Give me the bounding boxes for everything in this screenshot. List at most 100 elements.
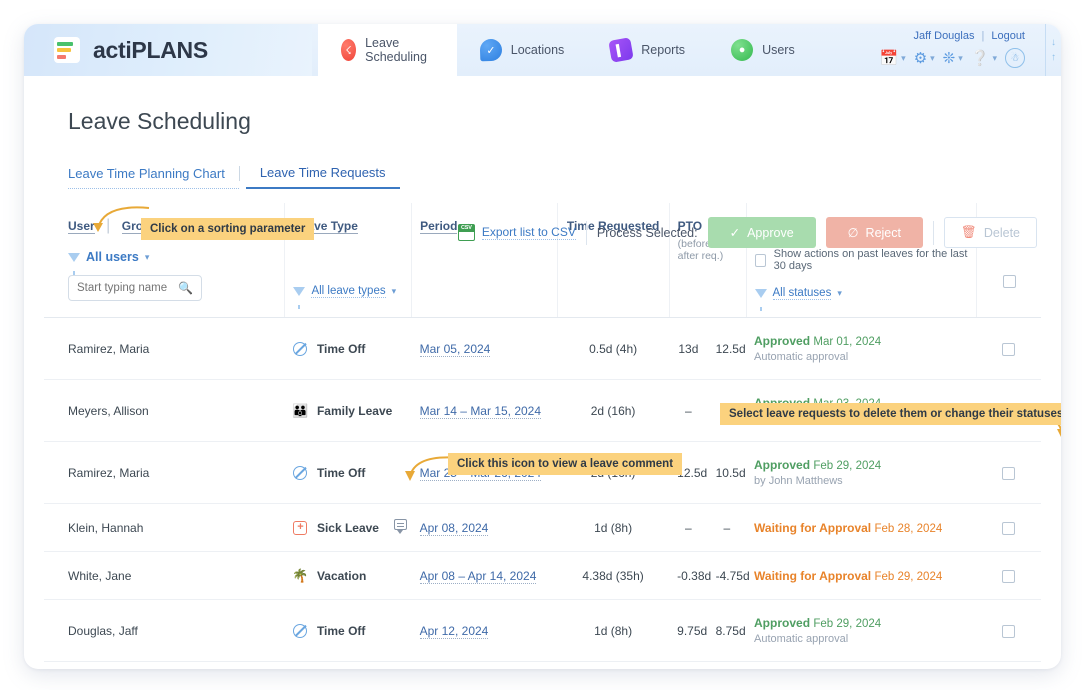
cell-pto-before: -0.38d xyxy=(669,552,707,600)
cell-select[interactable] xyxy=(977,600,1041,662)
chevron-down-icon-calendar[interactable]: ▾ xyxy=(901,53,906,64)
cell-period: Apr 08 – Apr 14, 2024 xyxy=(412,552,557,600)
select-all-checkbox[interactable] xyxy=(1003,275,1016,288)
approve-button[interactable]: ✓ Approve xyxy=(708,217,816,248)
cell-pto-before: 13d xyxy=(669,318,707,380)
cell-user: Ramirez, Maria xyxy=(44,442,285,504)
cell-pto-after: 12.5d xyxy=(708,318,746,380)
leave-requests-table: User | Group All users ▾ 🔍 xyxy=(44,203,1041,669)
cell-user: Douglas, Jaff xyxy=(44,600,285,662)
row-select-checkbox[interactable] xyxy=(1002,343,1015,356)
cell-pto-after: – xyxy=(708,504,746,552)
search-input-wrapper[interactable]: 🔍 xyxy=(68,275,202,301)
tab-divider xyxy=(239,166,240,181)
chevron-down-icon-help[interactable]: ▾ xyxy=(992,53,997,64)
period-link[interactable]: Apr 08 – Apr 14, 2024 xyxy=(420,569,537,584)
cell-user: Ramirez, Maria xyxy=(44,318,285,380)
cell-status: Waiting for Approval Feb 29, 2024 xyxy=(746,552,977,600)
bulb-icon[interactable]: ☃ xyxy=(1005,48,1025,68)
row-select-checkbox[interactable] xyxy=(1002,570,1015,583)
cell-leave-type: Time Off xyxy=(285,600,412,662)
cell-select[interactable] xyxy=(977,442,1041,504)
time-off-icon xyxy=(293,465,308,480)
leave-type-label: Family Leave xyxy=(317,404,392,418)
gear-icon[interactable]: ⚙ xyxy=(914,49,927,67)
export-csv-label: Export list to CSV xyxy=(482,225,576,240)
account-area: Jaff Douglas | Logout 📅▾ ⚙▾ ❊▾ ❔▾ ☃ ↓ ↑ xyxy=(818,24,1061,76)
period-link[interactable]: Mar 14 – Mar 15, 2024 xyxy=(420,404,541,419)
cell-leave-type: +Sick Leave xyxy=(285,504,412,552)
leave-type-label: Time Off xyxy=(317,342,365,356)
ban-icon: ∅ xyxy=(848,225,859,240)
tab-leave-time-requests[interactable]: Leave Time Requests xyxy=(246,165,400,189)
past-leaves-checkbox[interactable] xyxy=(755,254,766,267)
cell-status: Approved Mar 01, 2024Automatic approval xyxy=(746,318,977,380)
reports-icon: ▍ xyxy=(609,37,634,62)
cell-time-requested: 1d (8h) xyxy=(557,662,669,670)
cell-time-requested: 1d (8h) xyxy=(557,504,669,552)
cell-leave-type: 👪 Family Leave xyxy=(285,380,412,442)
period-link[interactable]: Mar 05, 2024 xyxy=(420,342,491,357)
nav-item-users[interactable]: ● Users xyxy=(708,24,818,76)
table-row: White, Jane🌴VacationApr 08 – Apr 14, 202… xyxy=(44,552,1041,600)
cell-pto-after: 8.75d xyxy=(708,600,746,662)
sort-by-period[interactable]: Period xyxy=(420,219,457,234)
main-nav: ☇ Leave Scheduling ✓ Locations ▍ Reports… xyxy=(312,24,818,76)
account-row: Jaff Douglas | Logout xyxy=(818,30,1049,42)
chevron-down-icon-puzzle[interactable]: ▾ xyxy=(958,53,963,64)
sort-by-user[interactable]: User xyxy=(68,219,95,234)
logout-link[interactable]: Logout xyxy=(991,30,1025,42)
status-date: Feb 29, 2024 xyxy=(874,571,942,583)
cell-period: Mar 05, 2024 xyxy=(412,318,557,380)
row-select-checkbox[interactable] xyxy=(1002,522,1015,535)
select-all-wrapper[interactable] xyxy=(985,273,1033,291)
filter-funnel-icon xyxy=(68,253,80,262)
period-link[interactable]: Apr 12, 2024 xyxy=(420,624,489,639)
cell-pto-before: – xyxy=(669,504,707,552)
cell-select[interactable] xyxy=(977,318,1041,380)
cell-select[interactable] xyxy=(977,662,1041,670)
reject-button[interactable]: ∅ Reject xyxy=(826,217,923,248)
nav-label-leave-scheduling: Leave Scheduling xyxy=(365,36,434,64)
scroll-indicator[interactable]: ↓ ↑ xyxy=(1045,24,1061,76)
cell-status: Approved Feb 29, 2024by John Matthews xyxy=(746,442,977,504)
search-input[interactable] xyxy=(77,282,177,294)
tab-leave-time-planning-chart[interactable]: Leave Time Planning Chart xyxy=(68,166,239,189)
status-date: Feb 28, 2024 xyxy=(874,523,942,535)
cell-status: Approved Mar 03, 2024Automatic approval xyxy=(746,662,977,670)
cell-user: White, Jane xyxy=(44,552,285,600)
period-link[interactable]: Apr 08, 2024 xyxy=(420,521,489,536)
brand-logo[interactable]: actiPLANS xyxy=(24,24,312,76)
table-row: Klein, Hannah+Sick LeaveApr 08, 20241d (… xyxy=(44,504,1041,552)
delete-button[interactable]: 🗑 Delete xyxy=(944,217,1037,248)
nav-item-locations[interactable]: ✓ Locations xyxy=(457,24,588,76)
export-csv-button[interactable]: CSV Export list to CSV xyxy=(458,224,576,241)
all-statuses-filter[interactable]: All statuses ▾ xyxy=(755,287,969,300)
all-users-filter[interactable]: All users ▾ xyxy=(68,250,276,264)
status-badge: Approved xyxy=(754,616,810,630)
family-leave-icon: 👪 xyxy=(293,403,308,418)
row-select-checkbox[interactable] xyxy=(1002,467,1015,480)
scroll-down-icon[interactable]: ↓ xyxy=(1051,37,1056,48)
scroll-up-icon[interactable]: ↑ xyxy=(1051,52,1056,63)
actiplans-logo-icon xyxy=(54,37,80,63)
account-user-name[interactable]: Jaff Douglas xyxy=(914,30,975,42)
cell-select[interactable] xyxy=(977,504,1041,552)
cell-pto-before: – xyxy=(669,662,707,670)
cell-select[interactable] xyxy=(977,552,1041,600)
help-icon[interactable]: ❔ xyxy=(971,49,990,67)
comment-icon[interactable] xyxy=(394,519,407,530)
all-leave-types-filter[interactable]: All leave types ▾ xyxy=(293,285,403,298)
past-leaves-checkbox-row[interactable]: Show actions on past leaves for the last… xyxy=(755,248,969,272)
chevron-down-icon-gear[interactable]: ▾ xyxy=(930,53,935,64)
calendar-icon[interactable]: 📅 xyxy=(879,49,898,67)
row-select-checkbox[interactable] xyxy=(1002,625,1015,638)
cell-time-requested: 4.38d (35h) xyxy=(557,552,669,600)
all-leave-types-filter-label: All leave types xyxy=(311,285,385,298)
puzzle-icon[interactable]: ❊ xyxy=(943,49,956,67)
nav-item-leave-scheduling[interactable]: ☇ Leave Scheduling xyxy=(318,24,457,76)
cell-time-requested: 1d (8h) xyxy=(557,600,669,662)
nav-item-reports[interactable]: ▍ Reports xyxy=(587,24,708,76)
cell-pto-after: – xyxy=(708,662,746,670)
search-icon[interactable]: 🔍 xyxy=(178,281,193,295)
